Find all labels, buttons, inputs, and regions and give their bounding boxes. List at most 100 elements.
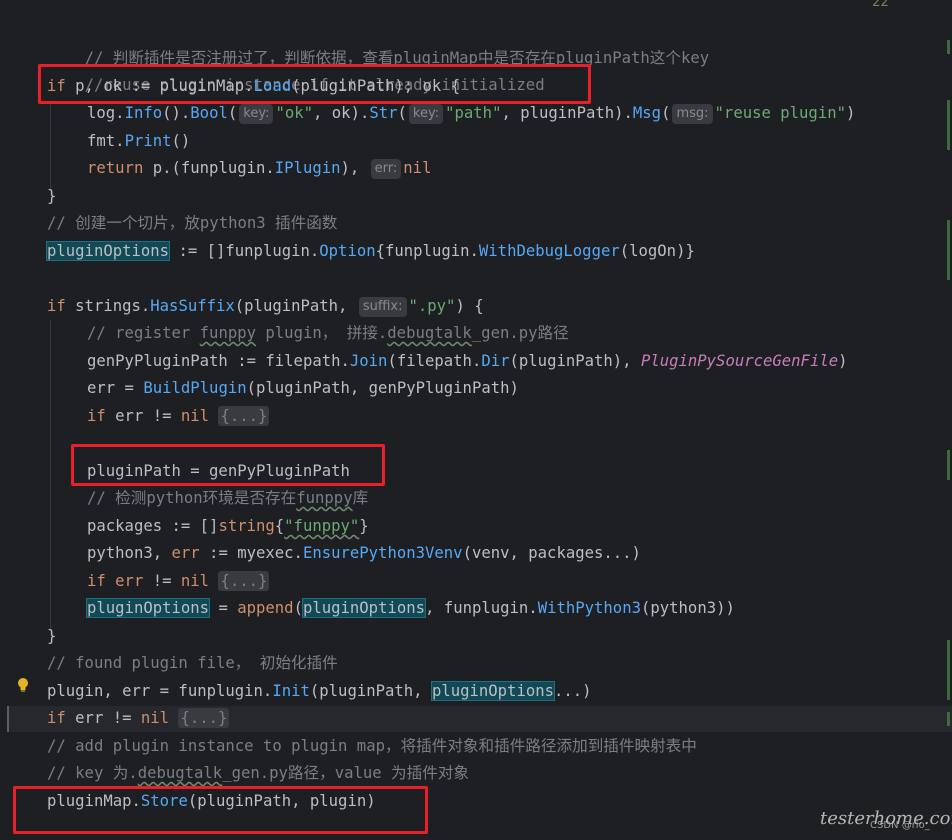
code-text: (pluginPath); ok { (291, 77, 461, 95)
code-text: {funplugin. (375, 242, 479, 260)
code-line[interactable]: pluginOptions = append(pluginOptions, fu… (85, 595, 735, 622)
keyword: if (47, 709, 66, 727)
code-line[interactable]: pluginMap.Store(pluginPath, plugin) (47, 788, 376, 815)
code-line[interactable]: } (47, 183, 56, 210)
code-line[interactable]: // key 为.debugtalk_gen.py路径，value 为插件对象 (47, 760, 469, 787)
typo-word: debugtalk (137, 764, 223, 782)
highlighted-identifier: pluginOptions (85, 598, 211, 618)
change-marker (947, 712, 950, 726)
code-text: ) (838, 352, 848, 370)
folded-block[interactable]: {...} (218, 571, 270, 591)
code-text: (venv, packages...) (462, 544, 641, 562)
keyword: string (218, 517, 275, 535)
code-text: = (209, 599, 238, 617)
code-line[interactable]: if strings.HasSuffix(pluginPath, suffix:… (47, 293, 484, 320)
method-call: WithDebugLogger (478, 242, 620, 260)
code-line[interactable]: // found plugin file， 初始化插件 (47, 650, 338, 677)
code-text: (pluginPath, genPyPluginPath) (246, 379, 519, 397)
code-line[interactable]: // 创建一个切片，放python3 插件函数 (47, 210, 337, 237)
type-name: Option (319, 242, 376, 260)
method-call: Str (369, 104, 398, 122)
code-text: err = (87, 379, 144, 397)
code-text: (logOn)} (619, 242, 695, 260)
brace: } (47, 187, 57, 205)
code-line[interactable]: packages := []string{"funppy"} (87, 513, 369, 540)
typo-word: funppy (296, 489, 353, 507)
code-line[interactable]: //reuse plugin instance if it already in… (47, 45, 545, 94)
gutter-caret-marker (7, 706, 9, 732)
inspection-count-badge[interactable]: 22 (872, 0, 889, 10)
keyword: err (105, 572, 144, 590)
code-text: ( (387, 352, 397, 370)
param-hint: err: (370, 159, 402, 179)
comment-text: // found plugin file， 初始化插件 (47, 654, 338, 672)
code-line[interactable]: genPyPluginPath := filepath.Join(filepat… (87, 348, 848, 375)
code-line[interactable]: log.Info().Bool(key: "ok", ok).Str(key: "p… (87, 100, 855, 127)
comment-text: plugin， 拼接. (256, 324, 388, 342)
comment-text: // key 为. (47, 764, 138, 782)
param-hint: msg: (672, 104, 713, 124)
code-line[interactable]: if err != nil {...} (87, 568, 270, 595)
builtin-function: append (237, 599, 294, 617)
folded-block[interactable]: {...} (218, 406, 270, 426)
code-line[interactable]: return p.(funplugin.IPlugin), err: nil (87, 155, 431, 182)
comment-text: // add plugin instance to plugin map，将插件… (47, 737, 697, 755)
package-name: log (87, 104, 116, 122)
code-line[interactable]: } (47, 623, 56, 650)
code-line[interactable]: // 检测python环境是否存在funppy库 (87, 485, 368, 512)
keyword: if (47, 297, 66, 315)
lightbulb-icon[interactable] (17, 678, 29, 692)
method-call: Init (272, 682, 310, 700)
param-hint: key: (408, 104, 444, 124)
code-text: ...) (554, 682, 592, 700)
code-line[interactable]: // 判断插件是否注册过了，判断依据，查看pluginMap中是否存在plugi… (47, 18, 710, 67)
code-text: strings. (65, 297, 151, 315)
method-call: Dir (481, 352, 510, 370)
string-literal: "path" (445, 104, 502, 122)
typo-word: funppy (199, 324, 257, 342)
watermark-sub: CSDN @rio_ (870, 820, 930, 831)
code-line[interactable]: pluginPath = genPyPluginPath (87, 458, 350, 485)
comment-text: // 检测python环境是否存在 (87, 489, 297, 507)
change-marker (947, 100, 950, 150)
code-line[interactable]: pluginOptions := []funplugin.Option{funp… (45, 238, 695, 265)
param-hint: suffix: (358, 297, 407, 317)
comment-text: // register (87, 324, 200, 342)
highlighted-identifier: pluginOptions (301, 598, 427, 618)
code-line[interactable]: if err != nil {...} (87, 403, 270, 430)
code-text: (pluginPath, plugin) (187, 792, 376, 810)
method-call: Msg (632, 104, 662, 122)
keyword: if (47, 77, 66, 95)
code-line[interactable]: // add plugin instance to plugin map，将插件… (47, 733, 697, 760)
code-text: pluginPath = genPyPluginPath (87, 462, 350, 480)
code-line[interactable]: fmt.Print() (87, 128, 190, 155)
code-text: ) { (455, 297, 484, 315)
method-call: HasSuffix (150, 297, 235, 315)
code-text: genPyPluginPath := (87, 352, 266, 370)
code-text: , ok). (313, 104, 370, 122)
code-text: p.(funplugin. (143, 159, 275, 177)
code-line[interactable]: if err != nil {...} (47, 705, 230, 732)
keyword: nil (180, 407, 210, 425)
code-line[interactable]: python3, err := myexec.EnsurePython3Venv… (87, 540, 641, 567)
indent-guide (50, 320, 51, 630)
folded-block[interactable]: {...} (178, 708, 230, 728)
code-line[interactable]: // register funppy plugin， 拼接.debugtalk_… (87, 320, 569, 347)
keyword: nil (180, 572, 210, 590)
method-call: EnsurePython3Venv (302, 544, 463, 562)
code-line[interactable]: plugin, err = funplugin.Init(pluginPath,… (47, 678, 592, 705)
keyword: if (87, 407, 106, 425)
method-call: Join (349, 352, 388, 370)
code-text: } (359, 517, 369, 535)
string-literal: "reuse plugin" (714, 104, 846, 122)
keyword: if (87, 572, 106, 590)
string-literal: "funppy" (284, 517, 360, 535)
code-text: (pluginPath, (309, 682, 432, 700)
code-editor[interactable]: 22 // 判断插件是否注册过了，判断依据，查看pluginMap中是否存在pl… (0, 0, 952, 840)
brace: } (47, 627, 57, 645)
code-line[interactable]: err = BuildPlugin(pluginPath, genPyPlugi… (87, 375, 519, 402)
keyword: nil (140, 709, 170, 727)
type-name: IPlugin (274, 159, 341, 177)
code-line[interactable]: if p, ok := pluginMap.Load(pluginPath); … (47, 73, 460, 100)
code-text: , funplugin. (425, 599, 538, 617)
